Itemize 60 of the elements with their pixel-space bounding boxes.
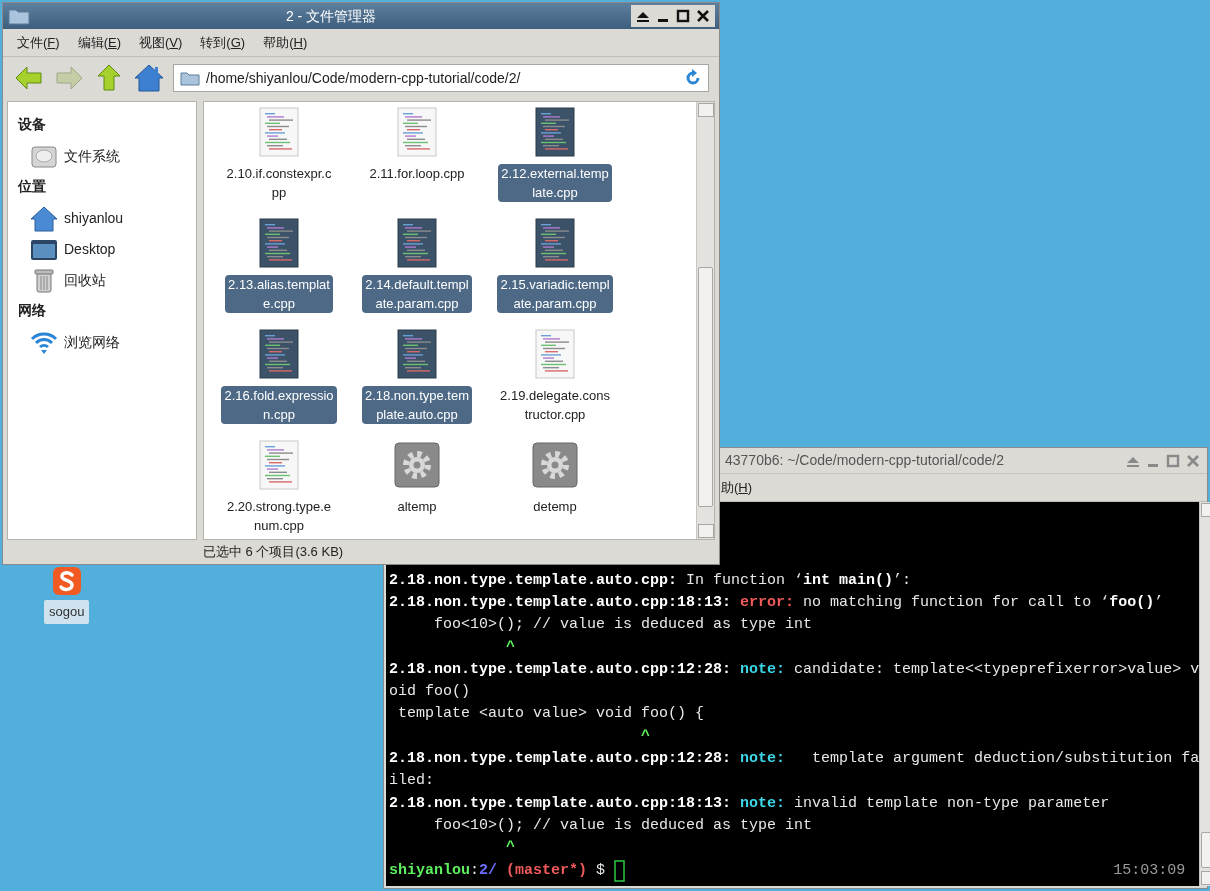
reload-icon[interactable] xyxy=(684,69,702,87)
folder-icon xyxy=(180,70,200,86)
gear-icon[interactable] xyxy=(532,440,578,490)
menu-item[interactable]: 编辑(E) xyxy=(77,32,121,53)
sidebar-item[interactable]: 浏览网络 xyxy=(18,327,186,358)
terminal-line: foo<10>(); // value is deduced as type int xyxy=(433,815,814,836)
menu-item[interactable]: 视图(V) xyxy=(139,32,183,53)
file-name[interactable]: 2.11.for.loop.cpp xyxy=(366,164,468,183)
terminal-line: foo<10>(); // value is deduced as type int xyxy=(433,615,814,636)
terminal-line: ^ xyxy=(505,637,517,658)
terminal-line: ^ xyxy=(505,838,517,859)
file-name[interactable]: altemp xyxy=(394,497,440,516)
sidebar-item[interactable]: shiyanlou xyxy=(18,203,186,234)
home-button[interactable] xyxy=(133,62,165,94)
document-icon[interactable] xyxy=(259,329,299,379)
terminal-line: 2.18.non.type.template.auto.cpp:12:28: note: candidate: template<<typeprefixerror>value> v xyxy=(389,659,1200,680)
document-icon[interactable] xyxy=(535,107,575,157)
prompt: shiyanlou:2/ (master*) $ xyxy=(389,860,607,881)
file-name[interactable]: 2.14.default.templ ate.param.cpp xyxy=(362,275,472,313)
terminal-line: 2.18.non.type.template.auto.cpp:18:13: error: no matching function for call to ‘foo()’ xyxy=(389,592,1165,613)
scrollbar[interactable] xyxy=(696,102,714,539)
document-icon[interactable] xyxy=(535,218,575,268)
file-name[interactable]: 2.16.fold.expressio n.cpp xyxy=(221,386,337,424)
terminal-line: 2.18.non.type.template.auto.cpp:12:28: note: template argument deduction/substitution fa xyxy=(389,749,1200,769)
app-label[interactable]: sogou xyxy=(44,600,90,624)
file-name[interactable]: detemp xyxy=(530,497,580,516)
file-name[interactable]: 2.10.if.constexpr.c pp xyxy=(223,164,335,202)
menu-item[interactable]: 转到(G) xyxy=(200,32,246,53)
app-icon[interactable] xyxy=(50,565,83,597)
document-icon[interactable] xyxy=(259,218,299,268)
terminal-line: template <auto value> void foo() { xyxy=(397,704,706,725)
menu-item[interactable]: 助(H) xyxy=(721,477,753,498)
terminal-line: ^ xyxy=(640,726,652,747)
file-name[interactable]: 2.12.external.temp late.cpp xyxy=(498,164,612,202)
file-name[interactable]: 2.18.non.type.tem plate.auto.cpp xyxy=(361,386,473,424)
terminal-line: 2.18.non.type.template.auto.cpp: In function ‘int main()’: xyxy=(389,570,913,591)
file-name[interactable]: 2.20.strong.type.e num.cpp xyxy=(223,497,335,535)
document-icon[interactable] xyxy=(397,329,437,379)
status-text: 已选中 6 个项目(3.6 KB) xyxy=(203,543,344,562)
home-icon xyxy=(30,204,58,233)
address-field[interactable]: /home/shiyanlou/Code/modern-cpp-tutorial/code/2/ xyxy=(173,64,709,92)
sidebar-item[interactable]: Desktop xyxy=(18,234,186,265)
clock-text: 15:03:09 xyxy=(1113,860,1186,881)
document-icon[interactable] xyxy=(397,218,437,268)
menu-item[interactable]: 文件(F) xyxy=(17,32,60,53)
sidebar-item[interactable]: 文件系统 xyxy=(18,141,186,172)
file-name[interactable]: 2.15.variadic.templ ate.param.cpp xyxy=(497,275,613,313)
window-title: 43770b6: ~/Code/modern-cpp-tutorial/code/2 xyxy=(725,451,1005,470)
window-title: 2 - 文件管理器 xyxy=(284,6,378,26)
terminal-line: oid foo() xyxy=(389,682,471,703)
file-name[interactable]: 2.19.delegate.cons tructor.cpp xyxy=(497,386,613,424)
section-heading: 位置 xyxy=(18,177,47,196)
section-heading: 网络 xyxy=(18,301,47,320)
terminal-line: iled: xyxy=(389,771,435,792)
gear-icon[interactable] xyxy=(394,440,440,490)
terminal-line: 2.18.non.type.template.auto.cpp:18:13: note: invalid template non-type parameter xyxy=(389,793,1111,814)
section-heading: 设备 xyxy=(18,115,47,134)
sidebar-item[interactable]: 回收站 xyxy=(18,265,186,296)
menu-item[interactable]: 帮助(H) xyxy=(263,32,308,53)
file-name[interactable]: 2.13.alias.templat e.cpp xyxy=(225,275,333,313)
